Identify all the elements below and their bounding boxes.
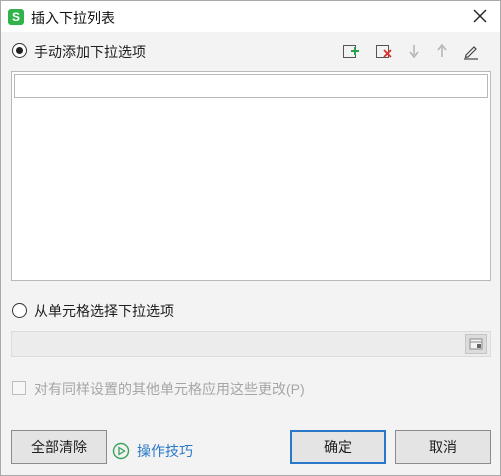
wps-spreadsheet-icon: S <box>8 9 24 25</box>
app-icon-letter: S <box>11 10 20 24</box>
dropdown-option-input[interactable] <box>14 74 488 98</box>
manual-option-radio[interactable] <box>12 43 27 58</box>
cell-option-label[interactable]: 从单元格选择下拉选项 <box>34 301 174 321</box>
range-select-button[interactable] <box>465 334 487 354</box>
apply-changes-checkbox[interactable] <box>12 381 26 395</box>
insert-dropdown-dialog: S 插入下拉列表 手动添加下拉选项 从单元格选择下拉选项 对有同样设置的其他单元… <box>0 0 501 476</box>
edit-icon[interactable] <box>462 42 480 60</box>
ok-button[interactable]: 确定 <box>290 430 386 464</box>
cell-range-field[interactable] <box>11 331 491 357</box>
cell-option-radio[interactable] <box>12 303 27 318</box>
clear-all-button[interactable]: 全部清除 <box>11 430 107 464</box>
apply-changes-label: 对有同样设置的其他单元格应用这些更改(P) <box>34 381 305 397</box>
dialog-title: 插入下拉列表 <box>31 10 115 26</box>
range-select-icon <box>469 338 483 350</box>
tips-link[interactable]: 操作技巧 <box>137 441 193 461</box>
play-tips-icon[interactable] <box>112 442 130 460</box>
move-down-icon[interactable] <box>405 42 423 60</box>
add-item-icon[interactable] <box>342 42 360 60</box>
cancel-button[interactable]: 取消 <box>395 430 491 464</box>
move-up-icon[interactable] <box>433 42 451 60</box>
close-icon[interactable] <box>470 6 490 26</box>
dropdown-options-list[interactable] <box>11 71 491 281</box>
manual-option-label[interactable]: 手动添加下拉选项 <box>34 42 146 62</box>
delete-item-icon[interactable] <box>375 42 393 60</box>
title-bar: S 插入下拉列表 <box>1 1 500 32</box>
